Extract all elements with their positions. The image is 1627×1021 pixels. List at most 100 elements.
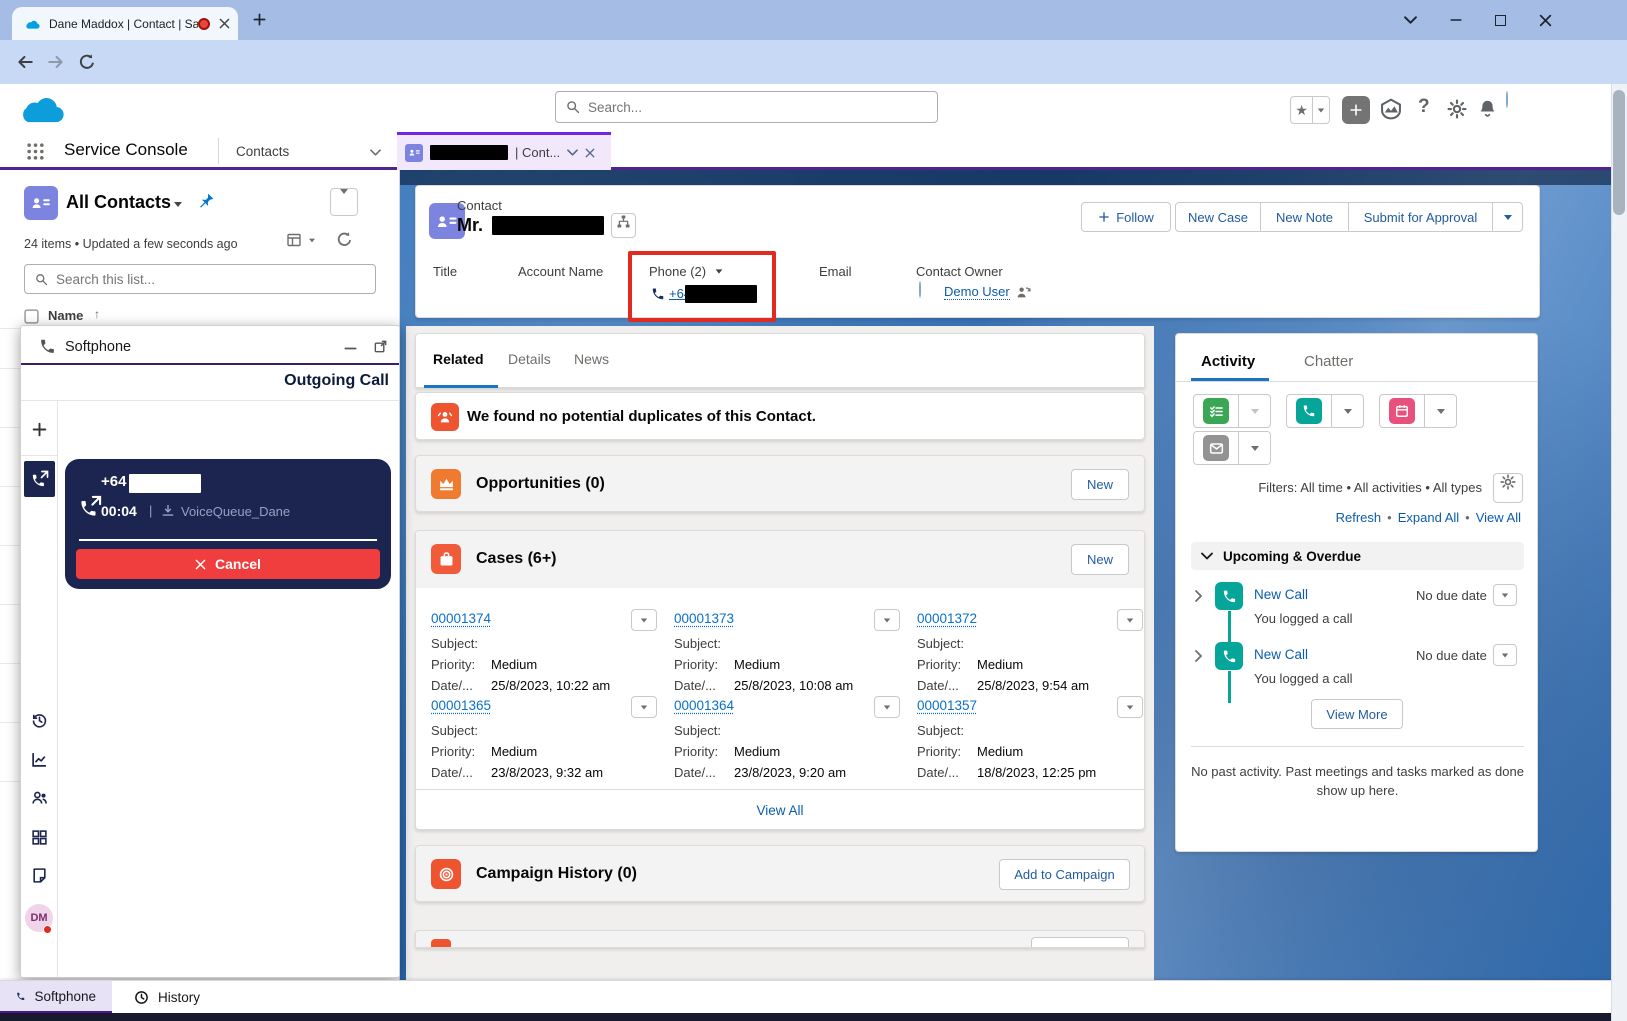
user-avatar[interactable] bbox=[1506, 91, 1508, 108]
case-number-link[interactable]: 00001373 bbox=[674, 611, 734, 626]
phone-caret-icon[interactable] bbox=[716, 269, 723, 273]
view-more-button[interactable]: View More bbox=[1311, 699, 1403, 729]
log-call-caret-icon[interactable] bbox=[1332, 394, 1364, 428]
window-maximize-icon[interactable] bbox=[1495, 15, 1506, 26]
select-all-checkbox[interactable] bbox=[24, 309, 39, 324]
case-actions-button[interactable] bbox=[631, 609, 657, 631]
new-task-caret-icon[interactable] bbox=[1239, 394, 1271, 428]
list-search-input[interactable] bbox=[56, 272, 365, 287]
email-caret-icon[interactable] bbox=[1239, 431, 1271, 465]
case-number-link[interactable]: 00001357 bbox=[917, 698, 977, 713]
new-case-button[interactable]: New Case bbox=[1175, 202, 1261, 232]
case-number-link[interactable]: 00001374 bbox=[431, 611, 491, 626]
active-call-tab-icon[interactable] bbox=[24, 461, 55, 497]
case-number-link[interactable]: 00001364 bbox=[674, 698, 734, 713]
history-rail-icon[interactable] bbox=[31, 712, 48, 729]
tab-details[interactable]: Details bbox=[508, 351, 551, 367]
stats-chart-icon[interactable] bbox=[31, 751, 48, 768]
help-icon[interactable]: ? bbox=[1418, 96, 1430, 118]
tab-contact-active[interactable]: | Cont... bbox=[397, 132, 611, 170]
activity-filter-gear-button[interactable] bbox=[1493, 473, 1523, 503]
expand-all-link[interactable]: Expand All bbox=[1398, 510, 1459, 525]
trailhead-icon[interactable] bbox=[1380, 98, 1402, 120]
page-scrollbar-thumb[interactable] bbox=[1613, 90, 1625, 215]
add-to-campaign-button[interactable]: Add to Campaign bbox=[999, 859, 1130, 890]
hierarchy-button[interactable] bbox=[611, 213, 636, 238]
opportunities-card[interactable]: Opportunities (0) New bbox=[415, 455, 1145, 512]
list-view-title[interactable]: All Contacts bbox=[66, 192, 171, 213]
case-actions-button[interactable] bbox=[874, 609, 900, 631]
tab-related[interactable]: Related bbox=[433, 351, 484, 367]
window-close-icon[interactable] bbox=[1539, 14, 1552, 27]
reload-icon[interactable] bbox=[78, 53, 96, 71]
case-actions-button[interactable] bbox=[1117, 609, 1143, 631]
tab-news[interactable]: News bbox=[574, 351, 609, 367]
tab-search-chevron-icon[interactable] bbox=[1404, 16, 1417, 24]
new-event-button[interactable] bbox=[1379, 394, 1425, 428]
forward-icon[interactable] bbox=[47, 53, 65, 71]
cases-new-button[interactable]: New bbox=[1071, 544, 1129, 575]
more-actions-button[interactable] bbox=[1493, 202, 1523, 232]
new-call-tab-icon[interactable] bbox=[31, 421, 48, 438]
contacts-rail-icon[interactable] bbox=[31, 789, 48, 806]
cases-header[interactable]: Cases (6+) New bbox=[416, 531, 1144, 588]
email-button[interactable] bbox=[1193, 431, 1239, 465]
case-number-link[interactable]: 00001372 bbox=[917, 611, 977, 626]
cases-view-all-link[interactable]: View All bbox=[756, 803, 803, 818]
expand-item-chevron-icon[interactable] bbox=[1195, 650, 1202, 662]
active-tab-chevron-icon[interactable] bbox=[567, 149, 578, 156]
window-minimize-icon[interactable] bbox=[1449, 13, 1463, 27]
task-actions-button[interactable] bbox=[1493, 644, 1517, 666]
opportunities-new-button[interactable]: New bbox=[1071, 469, 1129, 500]
favorites-star-icon[interactable]: ★ bbox=[1291, 97, 1312, 123]
contacts-tab-chevron-icon[interactable] bbox=[370, 149, 381, 156]
popout-icon[interactable] bbox=[373, 339, 388, 354]
column-header-name[interactable]: Name bbox=[48, 308, 83, 323]
global-search[interactable] bbox=[555, 91, 938, 123]
case-actions-button[interactable] bbox=[631, 696, 657, 718]
tab-chatter[interactable]: Chatter bbox=[1304, 353, 1353, 370]
favorites-button[interactable]: ★ bbox=[1290, 96, 1330, 124]
display-as-caret-icon[interactable] bbox=[309, 239, 315, 243]
field-phone-label[interactable]: Phone (2) bbox=[649, 264, 706, 279]
submit-for-approval-button[interactable]: Submit for Approval bbox=[1349, 202, 1493, 232]
page-scrollbar[interactable] bbox=[1611, 84, 1627, 1021]
owner-link[interactable]: Demo User bbox=[944, 284, 1010, 300]
campaign-title[interactable]: Campaign History (0) bbox=[476, 865, 637, 883]
new-event-caret-icon[interactable] bbox=[1425, 394, 1457, 428]
tab-close-icon[interactable] bbox=[219, 18, 230, 29]
case-actions-button[interactable] bbox=[1117, 696, 1143, 718]
utility-softphone[interactable]: Softphone bbox=[0, 981, 112, 1014]
task-title-link[interactable]: New Call bbox=[1254, 647, 1308, 662]
display-as-icon[interactable] bbox=[286, 232, 302, 248]
new-tab-icon[interactable] bbox=[252, 12, 267, 27]
case-number-link[interactable]: 00001365 bbox=[431, 698, 491, 713]
list-search[interactable] bbox=[24, 264, 376, 294]
new-task-button[interactable] bbox=[1193, 394, 1239, 428]
utility-history[interactable]: History bbox=[118, 981, 216, 1014]
campaign-history-card[interactable]: Campaign History (0) Add to Campaign bbox=[415, 845, 1145, 902]
opportunities-title[interactable]: Opportunities (0) bbox=[476, 475, 605, 493]
notifications-bell-icon[interactable] bbox=[1478, 99, 1497, 118]
expand-item-chevron-icon[interactable] bbox=[1195, 590, 1202, 602]
refresh-link[interactable]: Refresh bbox=[1336, 510, 1382, 525]
tab-activity[interactable]: Activity bbox=[1201, 353, 1255, 370]
sort-arrow-icon[interactable]: ↑ bbox=[94, 307, 100, 321]
notes-icon[interactable] bbox=[31, 867, 48, 884]
log-call-button[interactable] bbox=[1286, 394, 1332, 428]
cancel-call-button[interactable]: Cancel bbox=[76, 549, 380, 579]
pin-icon[interactable] bbox=[198, 192, 215, 209]
task-title-link[interactable]: New Call bbox=[1254, 587, 1308, 602]
list-refresh-icon[interactable] bbox=[336, 231, 353, 248]
case-actions-button[interactable] bbox=[874, 696, 900, 718]
follow-button[interactable]: Follow bbox=[1081, 202, 1171, 232]
cases-title[interactable]: Cases (6+) bbox=[476, 550, 557, 568]
task-actions-button[interactable] bbox=[1493, 584, 1517, 606]
tab-contacts[interactable]: Contacts bbox=[236, 144, 289, 159]
app-launcher-waffle-icon[interactable] bbox=[26, 142, 45, 161]
minimize-icon[interactable] bbox=[343, 341, 358, 356]
quick-create-button[interactable] bbox=[1342, 96, 1370, 124]
list-view-caret-icon[interactable] bbox=[174, 202, 182, 207]
back-icon[interactable] bbox=[16, 53, 34, 71]
favorites-caret-icon[interactable] bbox=[1312, 97, 1329, 123]
